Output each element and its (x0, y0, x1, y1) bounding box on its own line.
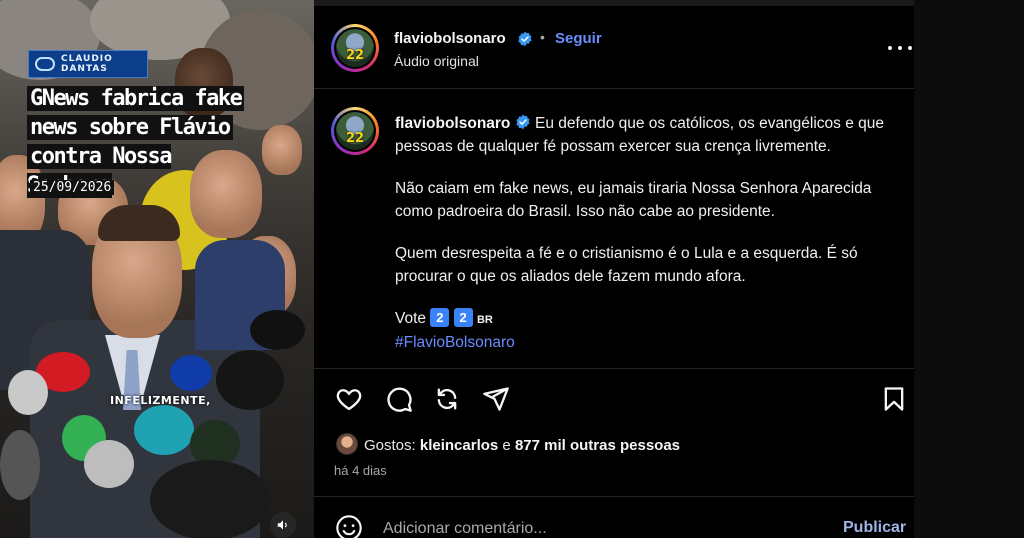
speaker-icon (277, 520, 287, 530)
vote-label: Vote (395, 310, 427, 327)
page-gutter (914, 0, 1024, 538)
verified-badge-icon (516, 114, 530, 130)
publish-button[interactable]: Publicar (843, 519, 906, 537)
headline-line: GNews fabrica fake (27, 86, 245, 111)
keycap-digit: 2 (430, 308, 450, 327)
more-options-button[interactable] (888, 38, 912, 58)
sound-toggle-button[interactable] (270, 512, 296, 538)
caption-avatar[interactable]: 22 (331, 107, 379, 155)
keycap-digit: 2 (453, 308, 473, 327)
caption-vote-line: Vote 2 2 BR (395, 308, 900, 332)
caption-paragraph: Quem desrespeita a fé e o cristianismo é… (395, 245, 858, 285)
emoji-button[interactable] (335, 514, 363, 538)
smiley-icon (336, 515, 362, 538)
microphone (250, 310, 305, 350)
repost-button[interactable] (432, 384, 462, 414)
microphone (0, 430, 40, 500)
liker-username[interactable]: kleincarlos (420, 437, 498, 454)
repost-icon (437, 388, 457, 410)
liker-avatar[interactable] (336, 433, 358, 455)
profile-avatar[interactable]: 22 (331, 24, 379, 72)
likes-summary[interactable]: Gostos: kleincarlos e 877 mil outras pes… (364, 437, 680, 454)
separator-dot: • (540, 29, 545, 45)
caption-username[interactable]: flaviobolsonaro (395, 115, 510, 132)
more-dots-icon (898, 46, 902, 50)
likes-prefix: Gostos: (364, 437, 416, 454)
divider (314, 88, 914, 89)
microphone (8, 370, 48, 415)
hashtag-link[interactable]: #FlavioBolsonaro (395, 334, 515, 351)
header-username[interactable]: flaviobolsonaro (394, 30, 506, 47)
avatar-number: 22 (345, 48, 365, 63)
comment-button[interactable] (384, 384, 414, 414)
paper-plane-icon (483, 387, 509, 411)
post-time[interactable]: há 4 dias (334, 463, 387, 478)
follow-button[interactable]: Seguir (555, 30, 602, 47)
headline-line: news sobre Flávio (27, 115, 233, 140)
divider (314, 368, 914, 369)
logo-text: CLAUDIO DANTAS (61, 54, 113, 74)
person-face (262, 125, 302, 175)
likes-conjunction: e (502, 437, 511, 454)
microphone (216, 350, 284, 410)
audio-link[interactable]: Áudio original (394, 53, 479, 69)
more-dots-icon (908, 46, 912, 50)
comment-bubble-icon (387, 387, 412, 412)
more-dots-icon (888, 46, 892, 50)
bookmark-icon (884, 387, 904, 411)
like-button[interactable] (334, 384, 364, 414)
microphone (170, 355, 212, 391)
heart-icon (336, 389, 362, 411)
share-button[interactable] (481, 384, 511, 414)
video-date: 25/09/2026 (30, 180, 115, 195)
verified-badge-icon (518, 31, 532, 47)
logo-mark-icon (35, 57, 55, 71)
caption-paragraph: Não caiam em fake news, eu jamais tirari… (395, 180, 872, 220)
video-subtitle: INFELIZMENTE, (110, 394, 211, 407)
save-button[interactable] (879, 384, 909, 414)
microphone (134, 405, 194, 455)
divider (314, 496, 914, 497)
comment-input[interactable] (383, 517, 803, 538)
avatar-number: 22 (345, 131, 365, 146)
channel-logo: CLAUDIO DANTAS (28, 50, 148, 78)
microphone (150, 460, 270, 538)
microphone (84, 440, 134, 488)
likes-count[interactable]: 877 mil outras pessoas (515, 437, 680, 454)
top-strip (314, 0, 914, 6)
post-caption: flaviobolsonaro Eu defendo que os católi… (395, 113, 900, 367)
reel-video[interactable]: CLAUDIO DANTAS GNews fabrica fake news s… (0, 0, 314, 538)
vote-suffix: BR (476, 314, 493, 326)
speaker-hair (98, 205, 180, 241)
